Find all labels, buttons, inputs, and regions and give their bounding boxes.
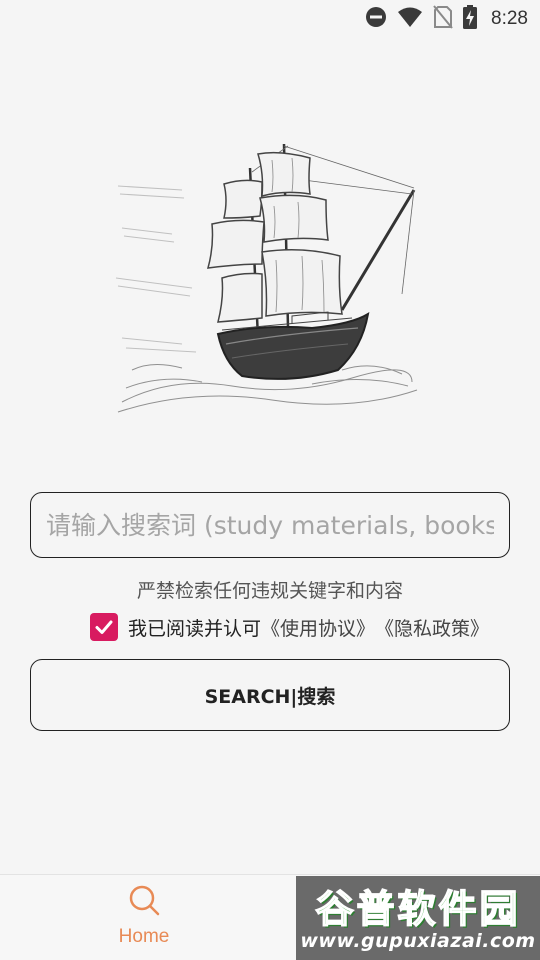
search-button[interactable]: SEARCH|搜索 [30,659,510,731]
do-not-disturb-icon [365,6,387,33]
ship-illustration [112,138,422,422]
privacy-policy-link[interactable]: 《隐私政策》 [375,614,489,641]
wifi-icon [397,6,423,33]
nav-home-label: Home [118,926,170,947]
status-time: 8:28 [491,8,528,29]
search-icon [127,883,161,922]
no-sim-icon [433,4,453,34]
status-bar: 8:28 [0,0,540,38]
search-button-label: SEARCH|搜索 [204,685,336,708]
watermark-url: www.gupuxiazai.com [300,930,536,952]
watermark-title: 谷普软件园 [315,886,521,932]
status-icons: 8:28 [365,4,528,34]
watermark: 谷普软件园 www.gupuxiazai.com [296,876,540,960]
search-input[interactable] [30,492,510,558]
user-agreement-link[interactable]: 《使用协议》 [261,614,375,641]
agreement-row: 我已阅读并认可 《使用协议》 《隐私政策》 [90,612,489,642]
battery-charging-icon [463,4,478,34]
search-notice: 严禁检索任何违规关键字和内容 [136,580,403,602]
checkmark-icon [95,620,113,634]
nav-item-home[interactable]: Home [96,883,192,957]
agreement-checkbox[interactable] [90,613,118,641]
agreement-label: 我已阅读并认可 [128,617,262,640]
